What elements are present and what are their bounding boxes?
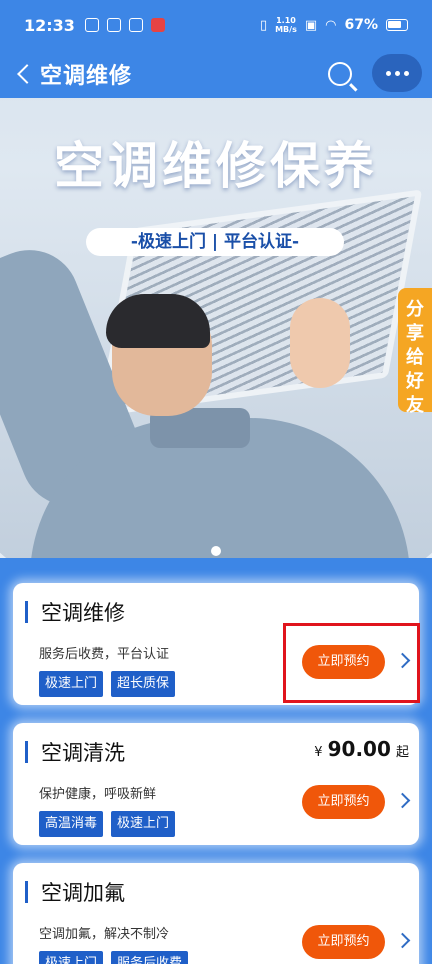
service-tags: 高温消毒 极速上门 (39, 811, 176, 837)
service-description: 服务后收费，平台认证 (39, 647, 170, 662)
mail-notification-icon (106, 18, 121, 32)
carousel-indicator (211, 546, 221, 556)
net-speed-unit: MB/s (275, 25, 297, 34)
service-tag: 高温消毒 (39, 811, 104, 837)
app-notification-icon (84, 18, 99, 32)
worker-hair-image (106, 294, 210, 348)
battery-icon (386, 19, 408, 31)
chevron-right-icon[interactable] (394, 932, 411, 949)
sim-icon: ▣ (304, 17, 318, 33)
card-accent-bar (25, 881, 28, 903)
service-card[interactable]: 空调清洗 ¥ 90.00 起 保护健康，呼吸新鲜 高温消毒 极速上门 立即预约 (13, 723, 419, 845)
highlight-annotation (283, 623, 420, 703)
service-card[interactable]: 空调加氟 空调加氟，解决不制冷 极速上门 服务后收费 立即预约 (13, 863, 419, 964)
status-right: ▯ 1.10 MB/s ▣ ◠ 67% (260, 16, 408, 34)
more-dot-icon (394, 70, 400, 76)
notification-icons (84, 18, 165, 32)
status-time: 12:33 (24, 15, 75, 35)
service-title: 空调清洗 (41, 741, 125, 765)
red-app-notification-icon (150, 18, 165, 32)
page-title: 空调维修 (40, 64, 133, 89)
chat-notification-icon (128, 18, 143, 32)
service-tags: 极速上门 服务后收费 (39, 951, 189, 964)
net-speed-value: 1.10 (276, 16, 296, 25)
card-accent-bar (25, 601, 28, 623)
search-icon[interactable] (328, 62, 352, 86)
more-button[interactable] (372, 54, 422, 92)
service-tag: 超长质保 (111, 671, 176, 697)
service-price: ¥ 90.00 起 (314, 737, 409, 761)
banner-tagline: -极速上门 | 平台认证- (86, 228, 344, 256)
share-button[interactable]: 分享给好友 (398, 288, 432, 416)
nav-bar: 空调维修 (0, 50, 432, 98)
service-description: 保护健康，呼吸新鲜 (39, 787, 157, 802)
wifi-icon: ◠ (325, 17, 337, 33)
status-bar: 12:33 ▯ 1.10 MB/s ▣ ◠ 67% (0, 0, 432, 50)
service-tag: 极速上门 (111, 811, 176, 837)
hero-banner[interactable]: 空调维修保养 -极速上门 | 平台认证- 分享给好友 (0, 98, 432, 558)
back-icon[interactable] (17, 64, 37, 84)
service-tags: 极速上门 超长质保 (39, 671, 176, 697)
worker-hand-image (290, 298, 350, 388)
book-now-button[interactable]: 立即预约 (302, 925, 385, 959)
service-title: 空调加氟 (41, 881, 125, 905)
service-title: 空调维修 (41, 601, 125, 625)
card-accent-bar (25, 741, 28, 763)
service-tag: 极速上门 (39, 671, 104, 697)
more-dot-icon (403, 70, 409, 76)
more-dot-icon (385, 70, 391, 76)
net-speed: 1.10 MB/s (275, 16, 297, 34)
price-currency: ¥ (314, 745, 323, 760)
battery-percent: 67% (344, 17, 378, 33)
service-tag: 极速上门 (39, 951, 104, 964)
price-suffix: 起 (395, 745, 409, 760)
vibrate-icon: ▯ (259, 17, 268, 33)
service-tag: 服务后收费 (111, 951, 189, 964)
chevron-right-icon[interactable] (394, 792, 411, 809)
price-value: 90.00 (327, 737, 391, 761)
banner-title: 空调维修保养 (54, 137, 378, 195)
service-description: 空调加氟，解决不制冷 (39, 927, 170, 942)
book-now-button[interactable]: 立即预约 (302, 785, 385, 819)
